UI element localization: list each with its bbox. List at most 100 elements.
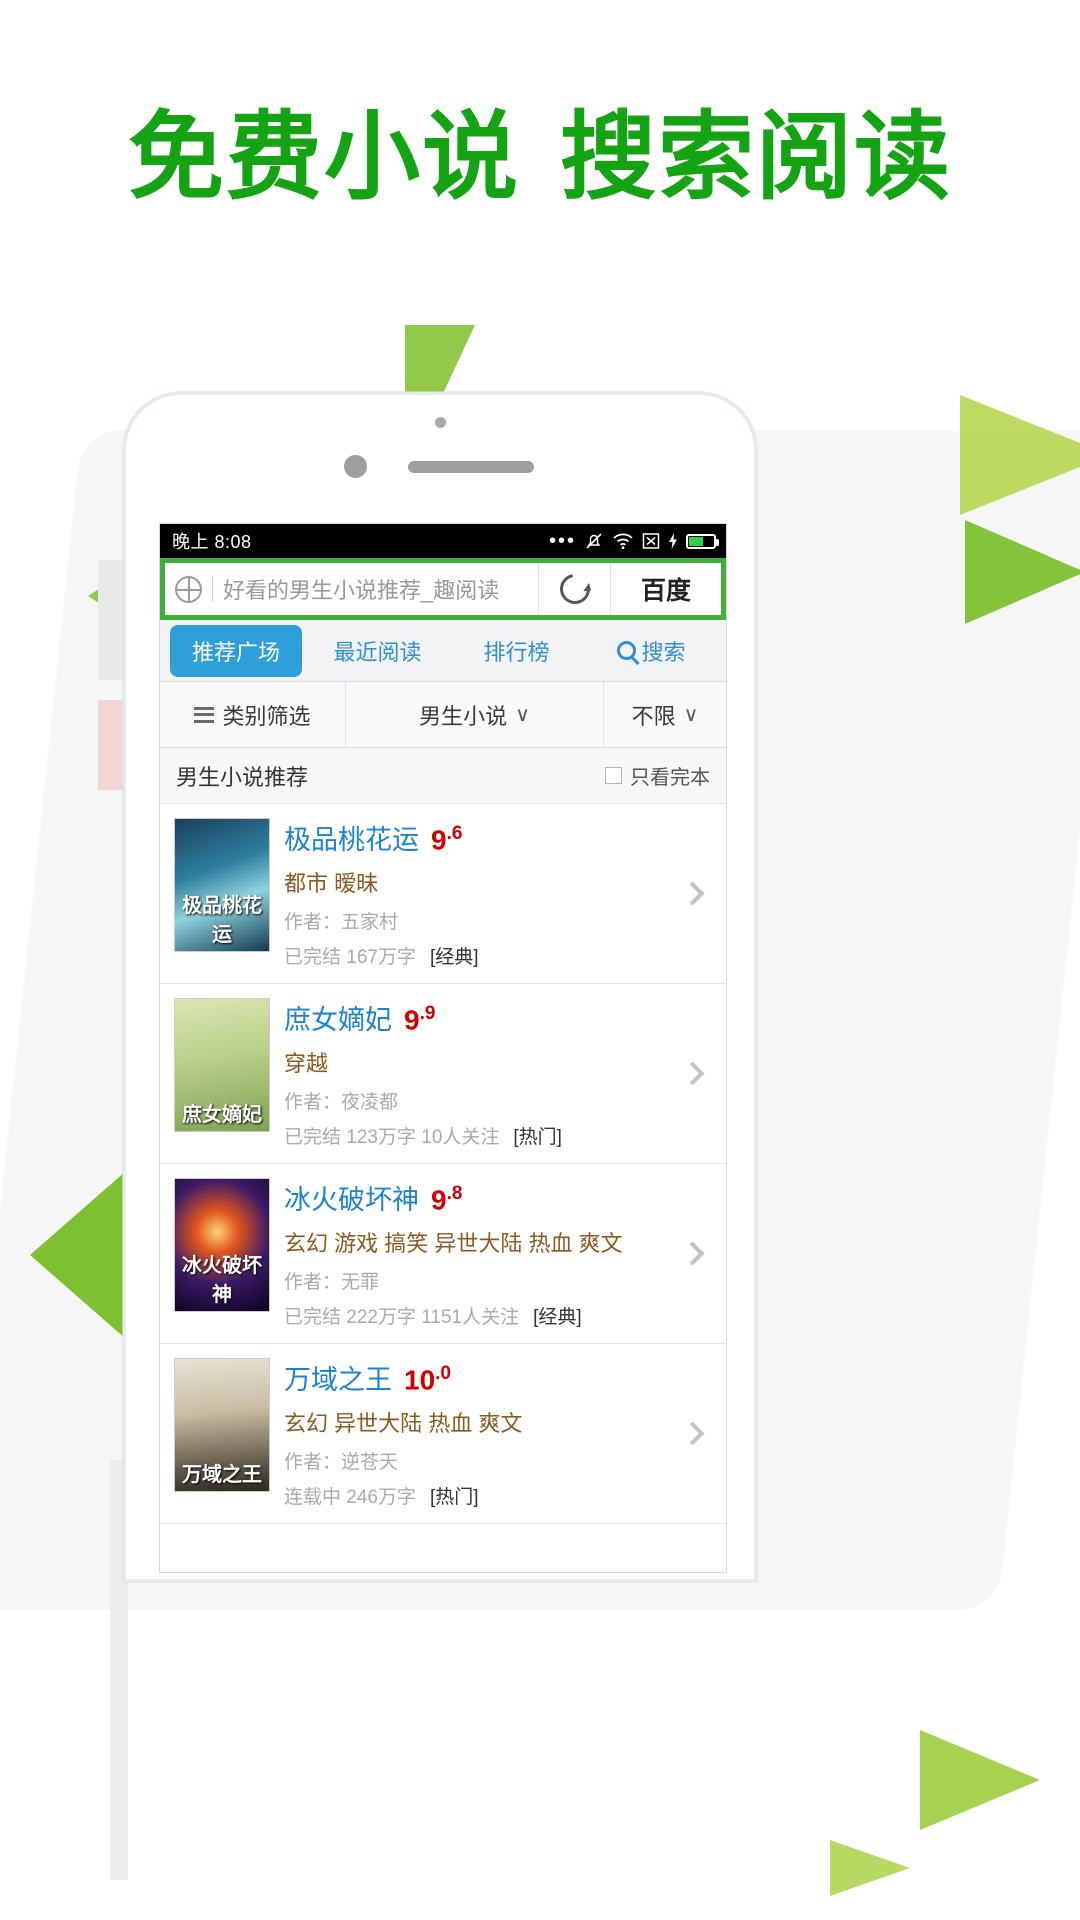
sensor-icon	[344, 455, 367, 478]
book-cover: 冰火破坏神	[174, 1178, 270, 1312]
earpiece-icon	[408, 461, 534, 473]
bg-triangle-right-lower	[965, 520, 1080, 624]
tab-search-label: 搜索	[641, 639, 686, 665]
filter-status[interactable]: 不限 ∨	[604, 682, 726, 747]
book-meta: 已完结 167万字 [经典]	[284, 942, 658, 969]
charging-bolt-icon	[668, 532, 678, 550]
chevron-down-icon: ∨	[515, 704, 530, 726]
book-list-item[interactable]: 庶女嫡妃 庶女嫡妃 9.9 穿越 作者：夜凌都 已完结 123万字 10人关注 …	[160, 984, 726, 1164]
section-header: 男生小说推荐 只看完本	[160, 748, 726, 804]
book-status: 已完结 222万字 1151人关注	[284, 1307, 520, 1328]
book-cover: 庶女嫡妃	[174, 998, 270, 1132]
book-author: 作者：逆苍天	[284, 1452, 399, 1473]
tab-ranking[interactable]: 排行榜	[447, 635, 586, 667]
filter-genre[interactable]: 男生小说 ∨	[346, 682, 604, 747]
filter-bar: 类别筛选 男生小说 ∨ 不限 ∨	[160, 682, 726, 748]
book-status: 已完结 167万字	[284, 947, 416, 968]
signal-x-icon	[642, 532, 660, 550]
book-meta: 连载中 246万字 [热门]	[284, 1482, 658, 1509]
book-title-row: 冰火破坏神 9.8	[284, 1178, 658, 1217]
book-badge: [热门]	[513, 1127, 562, 1148]
phone-mockup: 晚上 8:08 ••• 好看的男生小说推荐_趣阅读 百度 推荐广场 最近阅读 排…	[123, 392, 757, 1582]
headline-part-1: 免费小说	[128, 101, 520, 213]
more-dots-icon: •••	[548, 530, 576, 552]
headline-part-2: 搜索阅读	[560, 101, 952, 213]
book-title-row: 极品桃花运 9.6	[284, 818, 658, 857]
chevron-right-icon[interactable]	[672, 1061, 712, 1086]
book-info: 极品桃花运 9.6 都市 暧昧 作者：五家村 已完结 167万字 [经典]	[284, 818, 658, 969]
book-meta: 已完结 123万字 10人关注 [热门]	[284, 1122, 658, 1149]
status-bar: 晚上 8:08 •••	[160, 524, 726, 558]
book-cover-title: 极品桃花运	[182, 895, 262, 946]
book-tags: 穿越	[284, 1051, 329, 1076]
list-icon	[194, 706, 215, 723]
book-cover-title: 万域之王	[182, 1464, 262, 1486]
baidu-button[interactable]: 百度	[611, 563, 721, 615]
camera-icon	[435, 417, 446, 428]
book-title-row: 万域之王 10.0	[284, 1358, 658, 1397]
book-score: 9.8	[431, 1182, 463, 1215]
input-divider	[212, 576, 213, 602]
book-badge: [经典]	[533, 1307, 582, 1328]
promo-headline: 免费小说 搜索阅读	[0, 104, 1080, 211]
book-cover: 极品桃花运	[174, 818, 270, 952]
only-complete-toggle[interactable]: 只看完本	[605, 761, 710, 790]
browser-search-bar: 好看的男生小说推荐_趣阅读 百度	[160, 558, 726, 620]
filter-status-label: 不限	[631, 703, 676, 729]
filter-category[interactable]: 类别筛选	[160, 682, 346, 747]
book-list-item[interactable]: 冰火破坏神 冰火破坏神 9.8 玄幻 游戏 搞笑 异世大陆 热血 爽文 作者：无…	[160, 1164, 726, 1344]
search-input[interactable]: 好看的男生小说推荐_趣阅读	[165, 563, 539, 615]
book-list-item[interactable]: 极品桃花运 极品桃花运 9.6 都市 暧昧 作者：五家村 已完结 167万字 […	[160, 804, 726, 984]
book-list-item[interactable]: 万域之王 万域之王 10.0 玄幻 异世大陆 热血 爽文 作者：逆苍天 连载中 …	[160, 1344, 726, 1524]
wifi-icon	[612, 532, 634, 550]
chevron-right-icon[interactable]	[672, 1241, 712, 1266]
tab-bar: 推荐广场 最近阅读 排行榜 搜索	[160, 620, 726, 682]
tab-recommend[interactable]: 推荐广场	[170, 624, 303, 677]
list-bottom-spacer	[160, 1524, 726, 1546]
search-input-value: 好看的男生小说推荐_趣阅读	[223, 578, 500, 603]
tab-search[interactable]: 搜索	[586, 635, 716, 667]
status-time: 晚上 8:08	[172, 532, 252, 552]
book-title[interactable]: 极品桃花运	[284, 818, 419, 857]
status-icons: •••	[548, 530, 719, 552]
phone-top-bezel	[126, 395, 754, 515]
book-score: 9.9	[404, 1002, 436, 1035]
book-author: 作者：无罪	[284, 1272, 380, 1293]
book-tags: 都市 暧昧	[284, 871, 379, 896]
book-badge: [经典]	[429, 947, 479, 968]
book-info: 万域之王 10.0 玄幻 异世大陆 热血 爽文 作者：逆苍天 连载中 246万字…	[284, 1358, 658, 1509]
filter-genre-label: 男生小说	[419, 703, 508, 729]
phone-screen: 晚上 8:08 ••• 好看的男生小说推荐_趣阅读 百度 推荐广场 最近阅读 排…	[159, 523, 727, 1573]
only-complete-checkbox[interactable]	[605, 767, 622, 784]
bg-triangle-bottom-right-small	[830, 1840, 910, 1896]
chevron-right-icon[interactable]	[672, 881, 712, 906]
search-icon	[616, 641, 636, 660]
book-author: 作者：五家村	[284, 912, 399, 933]
book-status: 连载中 246万字	[284, 1487, 416, 1508]
book-title[interactable]: 冰火破坏神	[284, 1178, 419, 1217]
book-title-row: 庶女嫡妃 9.9	[284, 998, 658, 1037]
book-title[interactable]: 庶女嫡妃	[284, 998, 392, 1037]
battery-icon	[686, 533, 719, 549]
chevron-down-icon: ∨	[683, 704, 699, 726]
book-meta: 已完结 222万字 1151人关注 [经典]	[284, 1302, 658, 1329]
book-score: 9.6	[431, 822, 463, 855]
bg-bar-gray	[98, 560, 124, 680]
chevron-right-icon[interactable]	[672, 1421, 712, 1446]
book-status: 已完结 123万字 10人关注	[284, 1127, 500, 1148]
section-title: 男生小说推荐	[176, 764, 309, 790]
tab-recent[interactable]: 最近阅读	[308, 635, 447, 667]
bg-triangle-bottom-right	[920, 1730, 1040, 1830]
globe-icon	[175, 575, 202, 603]
filter-category-label: 类别筛选	[222, 703, 311, 729]
only-complete-label: 只看完本	[630, 767, 710, 789]
book-badge: [热门]	[429, 1487, 479, 1508]
book-title[interactable]: 万域之王	[284, 1358, 392, 1397]
bg-bar-pink	[98, 700, 124, 790]
book-info: 庶女嫡妃 9.9 穿越 作者：夜凌都 已完结 123万字 10人关注 [热门]	[284, 998, 658, 1149]
book-cover-title: 庶女嫡妃	[182, 1104, 262, 1126]
refresh-button[interactable]	[539, 563, 611, 615]
refresh-icon	[553, 568, 596, 610]
book-author: 作者：夜凌都	[284, 1092, 399, 1113]
mute-bell-icon	[584, 531, 604, 551]
